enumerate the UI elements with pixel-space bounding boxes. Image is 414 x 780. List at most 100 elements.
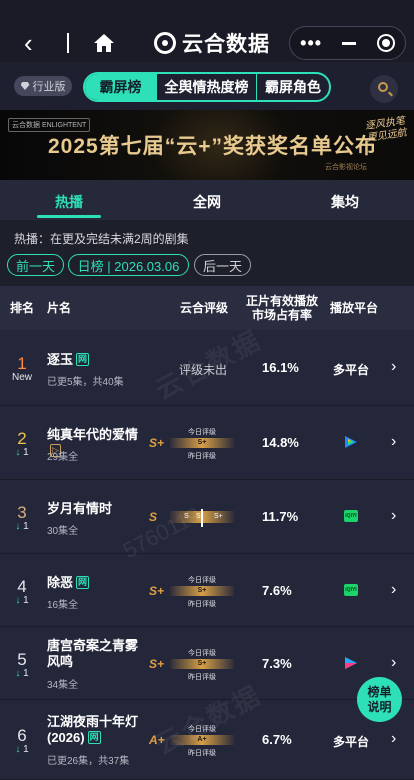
industry-version-badge[interactable]: 行业版 <box>14 76 72 96</box>
rank-number: 6 <box>17 726 27 745</box>
iqiyi-icon: iQIYI <box>344 510 358 522</box>
nav-divider <box>67 33 69 53</box>
tab-public-opinion-heat[interactable]: 全舆情热度榜 <box>157 74 257 100</box>
table-header: 排名 片名 云合评级 正片有效播放 市场占有率 播放平台 <box>0 286 414 330</box>
industry-version-label: 行业版 <box>32 81 66 93</box>
chevron-right-icon[interactable]: › <box>391 581 396 599</box>
show-title-text: 纯真年代的爱情 <box>47 427 139 442</box>
chevron-right-icon[interactable]: › <box>391 358 396 376</box>
chevron-right-icon[interactable]: › <box>391 654 396 672</box>
market-share: 7.6% <box>262 583 292 598</box>
search-icon <box>378 82 388 92</box>
market-share: 11.7% <box>262 509 299 524</box>
rank-number: 1 <box>17 354 27 373</box>
header-share: 正片有效播放 市场占有率 <box>246 294 318 322</box>
arrow-down-icon: ↓ <box>15 521 21 532</box>
today-rating-value: S+ <box>197 587 207 594</box>
rating-letter: S+ <box>149 436 165 450</box>
chevron-right-icon[interactable]: › <box>391 730 396 748</box>
rank-change-value: 1 <box>23 595 29 606</box>
search-button[interactable] <box>370 75 398 103</box>
rank-change: ↓ 1 <box>0 744 44 755</box>
rank-number: 2 <box>17 429 27 448</box>
chevron-left-icon[interactable]: ‹ <box>24 30 46 56</box>
rating-marker <box>201 509 203 527</box>
minimize-icon[interactable] <box>342 41 357 45</box>
show-title[interactable]: 逐玉网 <box>47 352 147 368</box>
date-selector-area: 热播：在更及完结未满2周的剧集 前一天 日榜 | 2026.03.06 后一天 <box>0 220 414 286</box>
ranking-segmented-control: 霸屏榜 全舆情热度榜 霸屏角色 <box>83 72 331 102</box>
rating-letter: S+ <box>149 584 165 598</box>
table-row[interactable]: 5 ↓ 1 唐宫奇案之青雾风鸣 34集全 S+ 今日评级 S+ 昨日评级 7.3% › <box>0 627 414 700</box>
market-share: 14.8% <box>262 435 299 450</box>
banner-subtitle: 云合影视论坛 <box>325 164 367 171</box>
ranking-explanation-button[interactable]: 榜单 说明 <box>357 677 402 722</box>
episode-info: 30集全 <box>47 526 79 537</box>
float-button-line1: 榜单 <box>367 684 392 699</box>
tab-hot-airing[interactable]: 热播 <box>55 192 83 212</box>
rank-change: ↓ 1 <box>0 447 44 458</box>
youku-icon <box>345 657 357 669</box>
show-title[interactable]: 除恶网 <box>47 575 147 591</box>
rank-number: 4 <box>17 577 27 596</box>
arrow-down-icon: ↓ <box>15 744 21 755</box>
rating-letter: S+ <box>149 657 165 671</box>
next-day-button[interactable]: 后一天 <box>194 254 251 276</box>
rank-change-value: 1 <box>23 744 29 755</box>
show-title-text: 唐宫奇案之青雾风鸣 <box>47 638 139 669</box>
award-banner[interactable]: 云合数据 ENLIGHTENT 2025第七届“云+”奖获奖名单公布 云合影视论… <box>0 110 414 180</box>
rating-letter: S <box>149 510 158 524</box>
rating-pending: 评级未出 <box>179 363 228 377</box>
category-tabs: 热播 全网 集均 <box>0 180 414 220</box>
web-series-badge: 网 <box>76 576 90 589</box>
rating-current: S <box>196 513 201 520</box>
rating-letter: A+ <box>149 733 165 747</box>
tab-all-network[interactable]: 全网 <box>193 192 221 212</box>
web-series-badge: 网 <box>87 731 101 744</box>
tab-episode-average[interactable]: 集均 <box>331 192 359 212</box>
show-title[interactable]: 岁月有情时 <box>47 501 147 517</box>
app-brand: 云合数据 <box>154 30 270 56</box>
platform-multi: 多平台 <box>333 363 370 377</box>
show-title-text: 逐玉 <box>47 352 74 367</box>
table-row[interactable]: 2 ↓ 1 纯真年代的爱情▷ 29集全 S+ 今日评级 S+ 昨日评级 14.8% › <box>0 406 414 480</box>
episode-info: 34集全 <box>47 680 79 691</box>
show-title-text: 除恶 <box>47 575 74 590</box>
prev-day-button[interactable]: 前一天 <box>7 254 64 276</box>
tab-screen-domination[interactable]: 霸屏榜 <box>85 74 157 100</box>
app-logo-icon <box>154 32 176 54</box>
table-row[interactable]: 1 New 逐玉网已更5集，共40集 评级未出 16.1% 多平台 › <box>0 330 414 406</box>
date-picker-button[interactable]: 日榜 | 2026.03.06 <box>68 254 189 276</box>
mini-program-capsule: ••• <box>289 26 406 60</box>
rank-change-value: 1 <box>23 668 29 679</box>
ranking-tab-bar: 行业版 霸屏榜 全舆情热度榜 霸屏角色 <box>0 62 414 110</box>
rank-change-value: 1 <box>23 521 29 532</box>
header-share-line1: 正片有效播放 <box>246 294 319 308</box>
header-rating: 云合评级 <box>180 301 229 315</box>
float-button-line2: 说明 <box>367 699 392 714</box>
more-dots-icon[interactable]: ••• <box>300 33 322 54</box>
active-tab-underline <box>37 215 101 218</box>
rating-next: S+ <box>214 513 223 520</box>
home-icon[interactable] <box>92 31 116 55</box>
rating-prev: S <box>184 513 189 520</box>
chevron-right-icon[interactable]: › <box>391 433 396 451</box>
today-rating-value: S+ <box>197 439 207 446</box>
yesterday-rating-label: 昨日评级 <box>188 750 216 757</box>
table-row[interactable]: 3 ↓ 1 岁月有情时 30集全 S S S S+ 11.7% iQIYI › <box>0 480 414 554</box>
arrow-down-icon: ↓ <box>15 447 21 458</box>
table-row[interactable]: 6 ↓ 1 江湖夜雨十年灯 (2026) 网已更26集，共37集 A+ 今日评级 A+ … <box>0 700 414 780</box>
arrow-down-icon: ↓ <box>15 668 21 679</box>
rank-change-new: New <box>11 372 32 383</box>
show-title[interactable]: 江湖夜雨十年灯 (2026) 网 <box>47 714 147 746</box>
table-row[interactable]: 4 ↓ 1 除恶网 16集全 S+ 今日评级 S+ 昨日评级 7.6% iQIYI › <box>0 554 414 627</box>
platform-multi: 多平台 <box>333 735 370 749</box>
web-series-badge: 网 <box>76 353 90 366</box>
today-rating-value: A+ <box>197 736 207 743</box>
show-title[interactable]: 唐宫奇案之青雾风鸣 <box>47 638 147 670</box>
close-target-icon[interactable] <box>376 34 395 52</box>
tab-domination-roles[interactable]: 霸屏角色 <box>257 74 329 100</box>
diamond-icon <box>20 82 30 90</box>
show-title-text: 岁月有情时 <box>47 501 113 516</box>
chevron-right-icon[interactable]: › <box>391 507 396 525</box>
